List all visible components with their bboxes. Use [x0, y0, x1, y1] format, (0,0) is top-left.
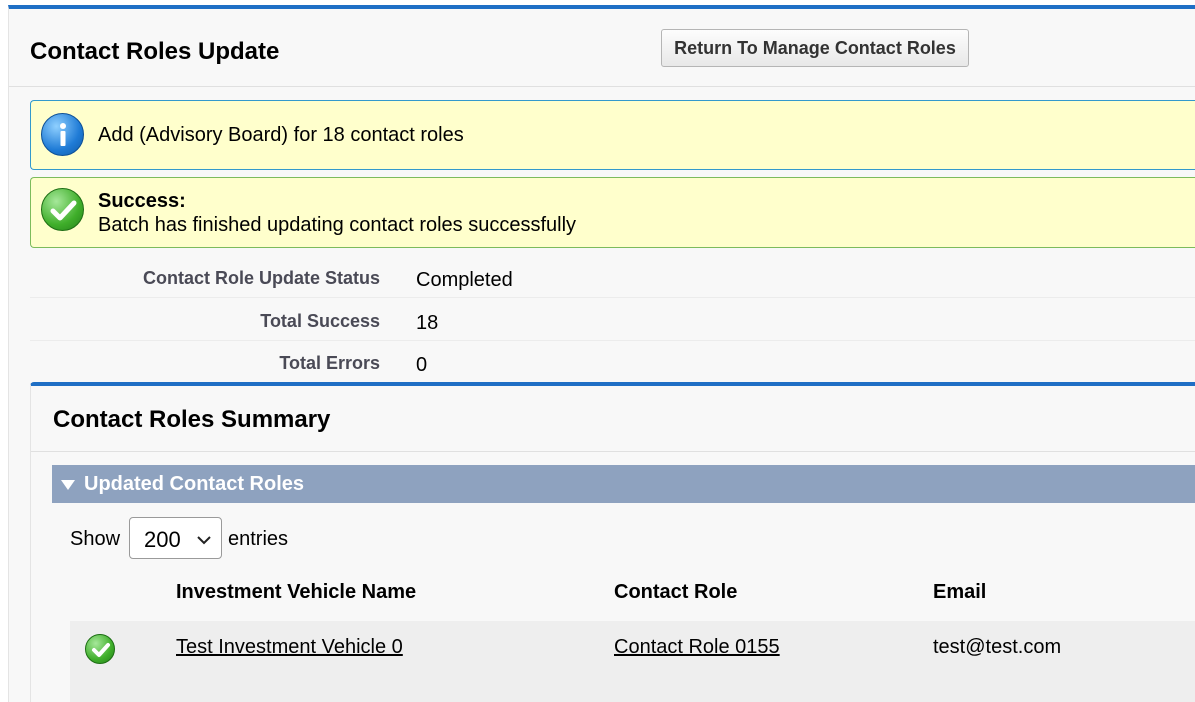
chevron-down-icon: [197, 532, 211, 550]
entries-select-value: 200: [144, 527, 181, 552]
detail-label: Total Errors: [279, 353, 380, 373]
column-header-contact-role[interactable]: Contact Role: [614, 581, 737, 604]
contact-roles-summary-panel: Contact Roles Summary Updated Contact Ro…: [30, 382, 1195, 702]
table-row: Test Investment Vehicle 0 Contact Role 0…: [70, 621, 1195, 702]
success-message: Success: Batch has finished updating con…: [30, 177, 1195, 248]
investment-vehicle-link[interactable]: Test Investment Vehicle 0: [176, 636, 403, 658]
success-message-text: Batch has finished updating contact role…: [98, 214, 577, 236]
updated-contact-roles-section-toggle[interactable]: Updated Contact Roles: [52, 465, 1195, 503]
page-header: Contact Roles Update Return To Manage Co…: [9, 9, 1195, 87]
page-title: Contact Roles Update: [30, 38, 280, 65]
detail-value: 0: [416, 354, 428, 376]
detail-row-total-errors: Total Errors 0: [30, 341, 1195, 383]
detail-row-total-success: Total Success 18: [30, 299, 1195, 341]
show-label: Show: [70, 528, 121, 550]
entries-per-page-select[interactable]: 200: [129, 517, 222, 559]
info-message: Add (Advisory Board) for 18 contact role…: [30, 100, 1195, 170]
email-cell: test@test.com: [933, 636, 1062, 658]
info-icon: [41, 113, 84, 156]
entries-label: entries: [228, 528, 289, 550]
column-header-investment-vehicle-name[interactable]: Investment Vehicle Name: [176, 581, 416, 604]
success-check-icon: [85, 634, 115, 664]
detail-label: Contact Role Update Status: [142, 268, 380, 288]
section-title: Updated Contact Roles: [84, 473, 305, 495]
success-message-title: Success:: [98, 190, 186, 212]
return-to-manage-contact-roles-button[interactable]: Return To Manage Contact Roles: [661, 29, 969, 67]
detail-row-status: Contact Role Update Status Completed: [30, 256, 1195, 298]
info-message-text: Add (Advisory Board) for 18 contact role…: [98, 124, 464, 146]
detail-value: Completed: [416, 269, 513, 291]
contact-role-link[interactable]: Contact Role 0155: [614, 636, 780, 658]
detail-value: 18: [416, 312, 439, 334]
detail-label: Total Success: [260, 311, 380, 331]
summary-title: Contact Roles Summary: [53, 406, 331, 433]
column-header-email[interactable]: Email: [933, 581, 986, 604]
page-container: Contact Roles Update Return To Manage Co…: [8, 5, 1195, 702]
success-check-icon: [41, 188, 84, 231]
triangle-down-icon: [61, 480, 75, 490]
summary-header: Contact Roles Summary: [31, 386, 1195, 452]
